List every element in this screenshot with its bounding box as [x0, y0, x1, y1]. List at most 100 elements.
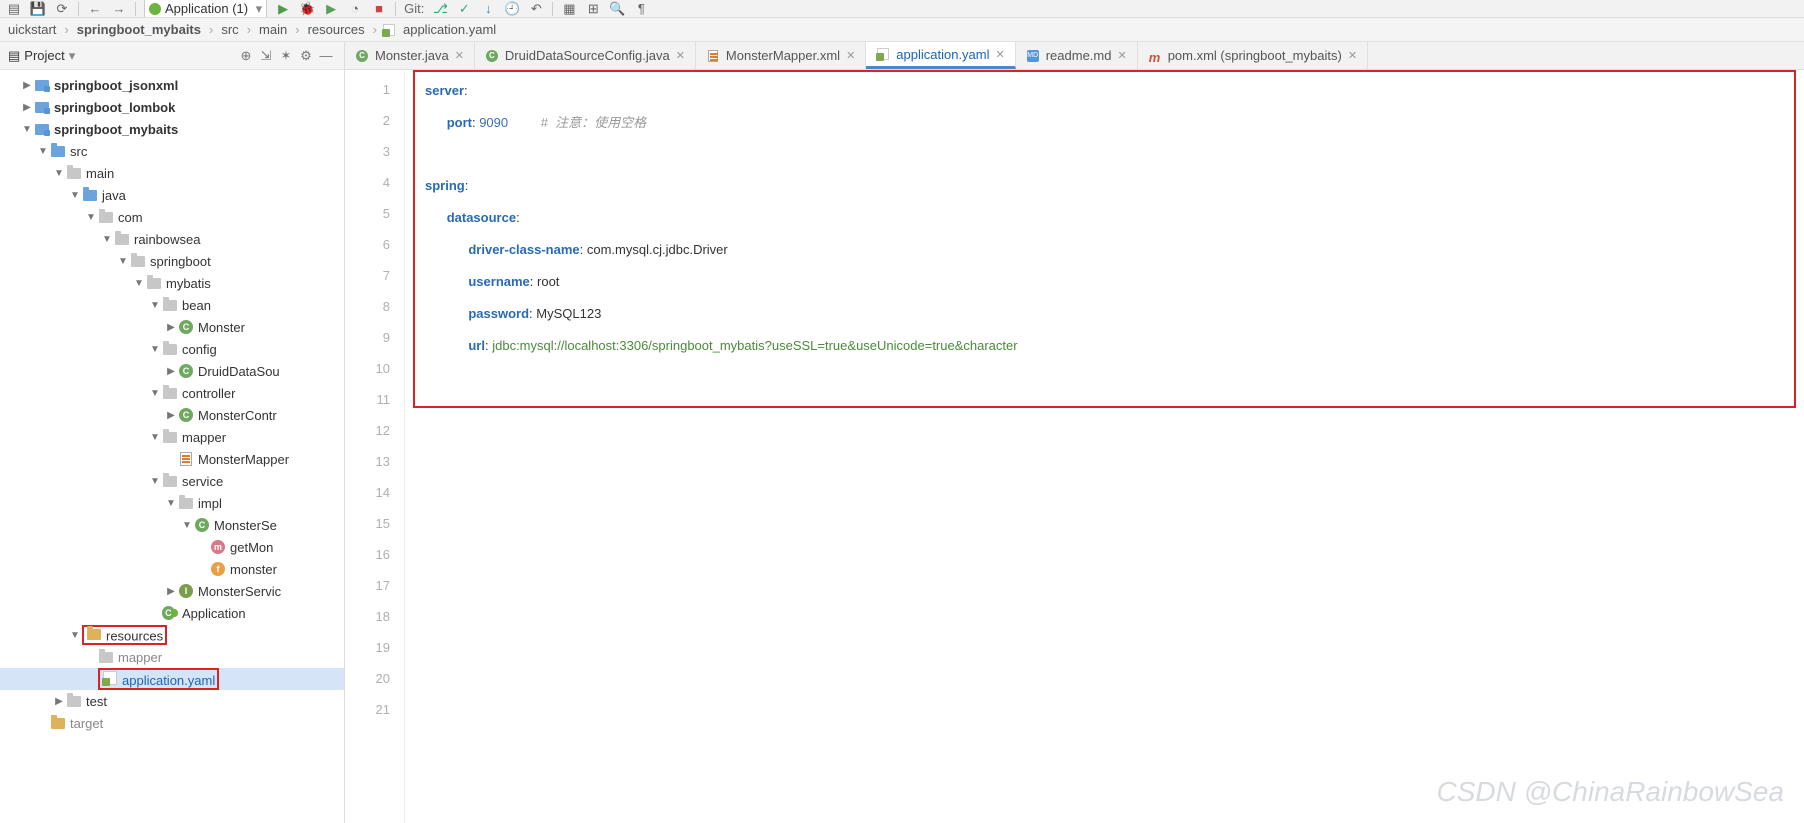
git-history-icon[interactable]: 🕘 — [504, 1, 520, 17]
tree-node[interactable]: application.yaml — [0, 668, 344, 690]
expand-arrow-icon[interactable]: ▶ — [164, 586, 178, 597]
editor-tab[interactable]: mpom.xml (springboot_mybaits)✕ — [1138, 42, 1368, 69]
run-icon[interactable]: ▶ — [275, 1, 291, 17]
collapse-icon[interactable]: ✶ — [276, 46, 296, 66]
locate-icon[interactable]: ⊕ — [236, 46, 256, 66]
tree-node[interactable]: ▼com — [0, 206, 344, 228]
expand-arrow-icon[interactable]: ▼ — [100, 234, 114, 245]
tree-node[interactable]: target — [0, 712, 344, 734]
crumb-1[interactable]: springboot_mybaits — [75, 22, 203, 37]
profile-icon[interactable]: ◔ — [347, 1, 363, 17]
code-content[interactable]: server: port: 9090 # 注意：使用空格 spring: dat… — [405, 70, 1804, 361]
close-tab-icon[interactable]: ✕ — [996, 48, 1005, 61]
crumb-0[interactable]: uickstart — [6, 22, 58, 37]
tree-node[interactable]: CApplication — [0, 602, 344, 624]
editor-tab[interactable]: MonsterMapper.xml✕ — [696, 42, 866, 69]
tree-node[interactable]: mgetMon — [0, 536, 344, 558]
para-icon[interactable]: ¶ — [633, 1, 649, 17]
tree-node[interactable]: ▼src — [0, 140, 344, 162]
expand-arrow-icon[interactable]: ▼ — [36, 146, 50, 157]
tree-node[interactable]: ▼mybatis — [0, 272, 344, 294]
tree-node[interactable]: ▶IMonsterServic — [0, 580, 344, 602]
tree-node[interactable]: ▼main — [0, 162, 344, 184]
refresh-icon[interactable]: ⟳ — [54, 1, 70, 17]
close-tab-icon[interactable]: ✕ — [1117, 49, 1126, 62]
tree-node[interactable]: ▶CMonster — [0, 316, 344, 338]
tree-node[interactable]: ▶springboot_lombok — [0, 96, 344, 118]
project-panel-title[interactable]: ▤Project▾ — [8, 48, 75, 64]
save-icon[interactable]: 💾 — [30, 1, 46, 17]
tree-node[interactable]: ▼java — [0, 184, 344, 206]
expand-arrow-icon[interactable]: ▼ — [68, 190, 82, 201]
expand-arrow-icon[interactable]: ▼ — [68, 630, 82, 641]
tree-node[interactable]: fmonster — [0, 558, 344, 580]
tree-node[interactable]: mapper — [0, 646, 344, 668]
run-config-select[interactable]: Application (1) — [144, 0, 267, 18]
expand-arrow-icon[interactable]: ▼ — [148, 476, 162, 487]
editor-tab[interactable]: application.yaml✕ — [866, 42, 1015, 69]
expand-arrow-icon[interactable]: ▶ — [164, 410, 178, 421]
tree-node[interactable]: ▼CMonsterSe — [0, 514, 344, 536]
tree-node[interactable]: ▼bean — [0, 294, 344, 316]
editor-tab[interactable]: CMonster.java✕ — [345, 42, 475, 69]
ruler-icon[interactable]: ⊞ — [585, 1, 601, 17]
tree-node[interactable]: ▼config — [0, 338, 344, 360]
crumb-3[interactable]: main — [257, 22, 289, 37]
coverage-icon[interactable]: ▶ — [323, 1, 339, 17]
structure-icon[interactable]: ▦ — [561, 1, 577, 17]
expand-arrow-icon[interactable]: ▼ — [116, 256, 130, 267]
tree-node[interactable]: ▼rainbowsea — [0, 228, 344, 250]
expand-arrow-icon[interactable]: ▶ — [164, 366, 178, 377]
hide-icon[interactable]: — — [316, 46, 336, 66]
expand-arrow-icon[interactable]: ▼ — [148, 300, 162, 311]
forward-icon[interactable]: → — [111, 1, 127, 17]
expand-arrow-icon[interactable]: ▼ — [84, 212, 98, 223]
expand-arrow-icon[interactable]: ▼ — [20, 124, 34, 135]
tree-node[interactable]: ▶springboot_jsonxml — [0, 74, 344, 96]
close-tab-icon[interactable]: ✕ — [455, 49, 464, 62]
tree-node[interactable]: ▶CDruidDataSou — [0, 360, 344, 382]
expand-arrow-icon[interactable]: ▶ — [52, 696, 66, 707]
git-commit-icon[interactable]: ✓ — [456, 1, 472, 17]
editor-tab[interactable]: CDruidDataSourceConfig.java✕ — [475, 42, 696, 69]
expand-arrow-icon[interactable]: ▶ — [164, 322, 178, 333]
tree-node[interactable]: ▼mapper — [0, 426, 344, 448]
crumb-4[interactable]: resources — [306, 22, 367, 37]
expand-arrow-icon[interactable]: ▼ — [148, 344, 162, 355]
tree-node[interactable]: ▼springboot_mybaits — [0, 118, 344, 140]
open-icon[interactable]: ▤ — [6, 1, 22, 17]
crumb-2[interactable]: src — [219, 22, 240, 37]
expand-arrow-icon[interactable]: ▼ — [132, 278, 146, 289]
expand-icon[interactable]: ⇲ — [256, 46, 276, 66]
project-tree[interactable]: ▶springboot_jsonxml▶springboot_lombok▼sp… — [0, 70, 344, 823]
tree-node[interactable]: ▶test — [0, 690, 344, 712]
tree-node[interactable]: MonsterMapper — [0, 448, 344, 470]
editor-viewport[interactable]: server: port: 9090 # 注意：使用空格 spring: dat… — [405, 70, 1804, 823]
settings-icon[interactable]: ⚙ — [296, 46, 316, 66]
expand-arrow-icon[interactable]: ▶ — [20, 102, 34, 113]
close-tab-icon[interactable]: ✕ — [846, 49, 855, 62]
git-update-icon[interactable]: ↓ — [480, 1, 496, 17]
close-tab-icon[interactable]: ✕ — [1348, 49, 1357, 62]
debug-icon[interactable]: 🐞 — [299, 1, 315, 17]
crumb-5[interactable]: application.yaml — [401, 22, 498, 37]
tree-node[interactable]: ▼controller — [0, 382, 344, 404]
editor-tab[interactable]: MDreadme.md✕ — [1016, 42, 1138, 69]
tree-node[interactable]: ▼service — [0, 470, 344, 492]
tree-node[interactable]: ▶CMonsterContr — [0, 404, 344, 426]
expand-arrow-icon[interactable]: ▼ — [148, 388, 162, 399]
git-revert-icon[interactable]: ↶ — [528, 1, 544, 17]
expand-arrow-icon[interactable]: ▼ — [148, 432, 162, 443]
find-icon[interactable]: 🔍 — [609, 1, 625, 17]
tree-node[interactable]: ▼springboot — [0, 250, 344, 272]
back-icon[interactable]: ← — [87, 1, 103, 17]
expand-arrow-icon[interactable]: ▶ — [20, 80, 34, 91]
tree-node[interactable]: ▼impl — [0, 492, 344, 514]
close-tab-icon[interactable]: ✕ — [676, 49, 685, 62]
git-branch-icon[interactable]: ⎇ — [432, 1, 448, 17]
expand-arrow-icon[interactable]: ▼ — [52, 168, 66, 179]
expand-arrow-icon[interactable]: ▼ — [180, 520, 194, 531]
tree-node[interactable]: ▼resources — [0, 624, 344, 646]
stop-icon[interactable]: ■ — [371, 1, 387, 17]
expand-arrow-icon[interactable]: ▼ — [164, 498, 178, 509]
